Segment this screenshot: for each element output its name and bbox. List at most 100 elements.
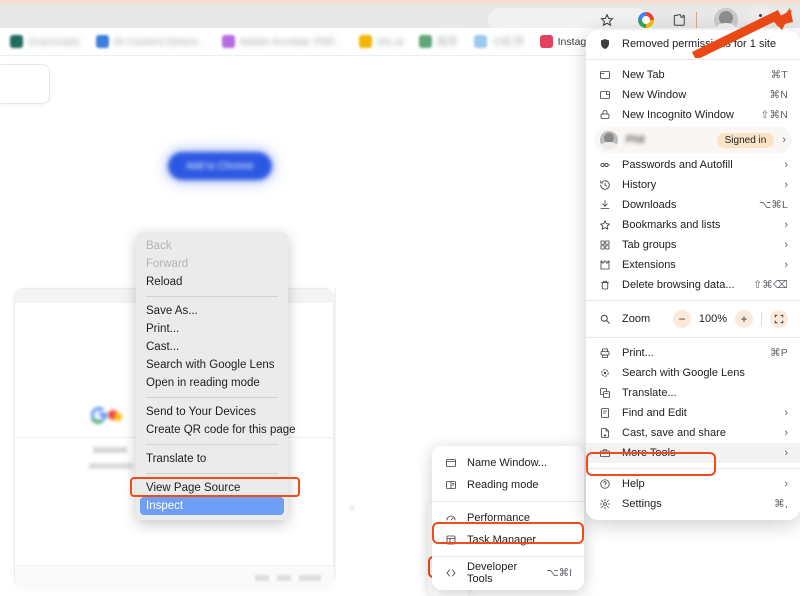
table-icon [444,534,457,547]
menu-item-label: More Tools [622,447,676,459]
toolbar-divider [696,12,697,28]
context-menu-item[interactable]: Translate to [136,450,288,468]
code-brackets-icon [444,567,457,580]
menu-separator [586,337,800,338]
magnifier-icon [598,312,612,326]
menu-item-extensions[interactable]: Extensions › [586,255,800,275]
menu-item-translate[interactable]: Translate... [586,383,800,403]
window-icon [444,457,457,470]
bookmark-item[interactable]: Hix.ai [358,35,403,48]
add-to-chrome-button[interactable]: Add to Chrome [168,152,272,180]
zoom-label: Zoom [622,313,651,325]
menu-item-print[interactable]: Print... ⌘P [586,343,800,363]
submenu-item-label: Developer Tools [467,561,518,585]
menu-item-more-tools[interactable]: More Tools › [586,443,800,463]
context-menu-item[interactable]: View Page Source [136,479,288,497]
menu-item-delete-browsing-data[interactable]: Delete browsing data... ⇧⌘⌫ [586,275,800,295]
context-menu-item: Forward [146,258,189,270]
page-side-strip [334,288,336,578]
menu-item-history[interactable]: History › [586,175,800,195]
profile-avatar-icon [600,131,618,149]
submenu-item[interactable]: Reading mode [432,474,584,496]
menu-item-label: Tab groups [622,239,677,251]
trash-icon [598,278,612,292]
zoom-divider [761,312,762,326]
puzzle-icon[interactable] [670,11,688,29]
chevron-right-icon[interactable]: › [350,500,354,515]
submenu-item[interactable]: Performance [432,507,584,529]
zoom-in-button[interactable]: + [735,310,753,328]
context-menu-item[interactable]: Create QR code for this page [136,421,296,439]
menu-item-help[interactable]: Help › [586,474,800,494]
submenu-item-shortcut: ⌥⌘I [546,567,572,579]
zoom-out-button[interactable]: − [673,310,691,328]
chevron-right-icon: › [784,427,788,439]
menu-item-tab-groups[interactable]: Tab groups › [586,235,800,255]
history-icon [598,178,612,192]
bookmark-item[interactable]: Adobe Acrobat: PDF... [221,35,343,48]
menu-item-label: Find and Edit [622,407,687,419]
menu-item-cast-save-and-share[interactable]: Cast, save and share › [586,423,800,443]
lens-icon [598,366,612,380]
context-menu-item[interactable]: Search with Google Lens [136,356,288,374]
new-window-icon [598,88,612,102]
star-icon[interactable] [598,11,616,29]
context-menu-item[interactable]: Print... [136,320,288,338]
bookmark-label: 小红书 [492,36,524,48]
context-menu-item[interactable]: Inspect [140,497,284,515]
chevron-right-icon: › [784,259,788,271]
key-icon [598,158,612,172]
menu-item-label: Settings [622,498,662,510]
bookmark-item[interactable]: 小红书 [474,34,524,49]
menu-item-passwords-and-autofill[interactable]: Passwords and Autofill › [586,155,800,175]
bookmark-label: 知乎 [437,36,459,48]
bookmark-favicon-icon [539,35,553,48]
grid-icon [598,238,612,252]
menu-separator [432,501,584,502]
fullscreen-icon[interactable] [770,310,788,328]
google-circle-icon[interactable] [638,12,654,28]
menu-item-settings[interactable]: Settings ⌘, [586,494,800,514]
menu-item-removed-permissions[interactable]: Removed permissions for 1 site [586,34,800,54]
submenu-item-label: Task Manager [467,534,537,546]
bookmark-label: Grammarly [28,35,80,48]
submenu-item[interactable]: Name Window... [432,452,584,474]
toolbox-icon [598,446,612,460]
context-menu-item[interactable]: Save As... [136,302,288,320]
menu-item-label: Passwords and Autofill [622,159,733,171]
speedometer-icon [444,512,457,525]
menu-item-new-incognito-window[interactable]: New Incognito Window ⇧⌘N [586,105,800,125]
bookmark-item[interactable]: Grammarly [10,35,80,48]
menu-item-zoom: Zoom − 100% + [586,306,800,332]
context-menu-item[interactable]: Open in reading mode [136,374,288,392]
menu-separator [146,397,278,398]
bookmark-favicon-icon [474,35,488,48]
menu-item-new-window[interactable]: New Window ⌘N [586,85,800,105]
chevron-right-icon: › [784,219,788,231]
puzzle-icon [598,258,612,272]
bookmark-favicon-icon [419,35,433,48]
menu-item-search-with-google-lens[interactable]: Search with Google Lens [586,363,800,383]
bookmark-item[interactable]: AI Content Detect... [95,35,206,48]
menu-item-new-tab[interactable]: New Tab ⌘T [586,65,800,85]
menu-item-find-and-edit[interactable]: Find and Edit › [586,403,800,423]
menu-item-label: Help [622,478,645,490]
profile-name: Phil [626,134,645,146]
submenu-item[interactable]: Task Manager [432,529,584,551]
find-edit-icon [598,406,612,420]
menu-item-label: Delete browsing data... [622,279,735,291]
bookmark-favicon-icon [10,35,23,48]
menu-item-downloads[interactable]: Downloads ⌥⌘L [586,195,800,215]
context-menu-item[interactable]: Reload [136,273,288,291]
menu-item-profile[interactable]: Phil Signed in › [594,127,792,153]
context-menu-item[interactable]: Send to Your Devices [136,403,288,421]
card-text-line-2 [89,463,133,469]
menu-item-shortcut: ⇧⌘⌫ [753,279,788,291]
context-menu-item[interactable]: Cast... [136,338,288,356]
chevron-right-icon: › [784,239,788,251]
bookmark-item[interactable]: 知乎 [419,34,458,49]
menu-item-label: New Window [622,89,687,101]
menu-item-bookmarks-and-lists[interactable]: Bookmarks and lists › [586,215,800,235]
menu-separator [586,300,800,301]
submenu-item[interactable]: Developer Tools ⌥⌘I [432,561,584,585]
